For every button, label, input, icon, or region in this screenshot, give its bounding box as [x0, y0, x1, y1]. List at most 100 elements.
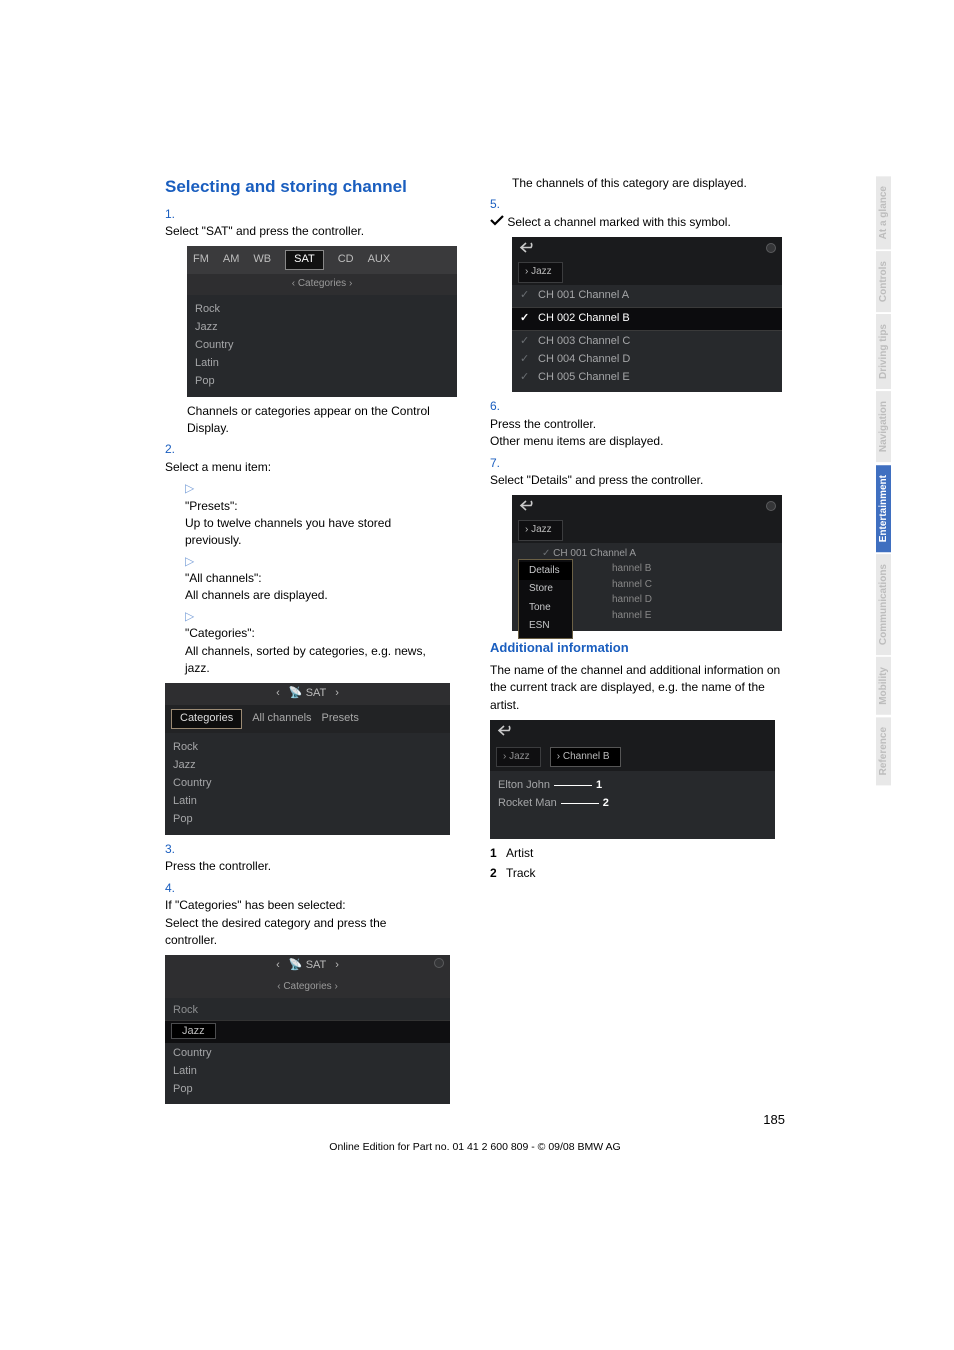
band-wb: WB: [253, 252, 271, 268]
channel-row-selected: CH 002 Channel B: [538, 312, 630, 324]
channel-row: CH 001 Channel A: [553, 548, 636, 559]
sat-icon: 📡: [289, 959, 303, 971]
cat-row: Rock: [173, 739, 442, 757]
step-text: Select "Details" and press the controlle…: [490, 472, 763, 489]
tab-mobility[interactable]: Mobility: [876, 657, 891, 715]
note-text: Channels or categories appear on the Con…: [187, 403, 460, 438]
screenshot-details-menu: › Jazz ✓ CH 001 Channel A Details Store …: [512, 495, 782, 631]
step-text: Press the controller.: [165, 858, 438, 875]
band-am: AM: [223, 252, 240, 268]
check-icon: ✓: [520, 352, 538, 368]
knob-icon: [766, 243, 776, 253]
step-text: Select a menu item:: [165, 459, 438, 476]
cat-row: Country: [173, 775, 442, 793]
tab-driving-tips[interactable]: Driving tips: [876, 314, 891, 389]
step-text: Select a channel marked with this symbol…: [490, 214, 763, 232]
artist-name: Elton John: [498, 779, 550, 791]
channel-row: CH 001 Channel A: [538, 289, 629, 301]
tab-navigation[interactable]: Navigation: [876, 391, 891, 462]
step-number: 1.: [165, 206, 185, 223]
paragraph-additional: The name of the channel and additional i…: [490, 662, 785, 714]
knob-icon: [766, 501, 776, 511]
band-sat-selected: SAT: [285, 250, 324, 270]
menu-details-selected: Details: [519, 562, 572, 581]
subheader-categories: Categories: [298, 278, 346, 289]
tab-controls[interactable]: Controls: [876, 251, 891, 312]
annotation-2: 2: [603, 797, 609, 809]
cat-row: Latin: [173, 1063, 442, 1081]
check-icon: ✓: [520, 311, 538, 327]
cat-row: Latin: [173, 793, 442, 811]
tab-all-channels: All channels: [252, 711, 311, 727]
breadcrumb-jazz: Jazz: [531, 524, 552, 535]
breadcrumb-jazz: Jazz: [531, 266, 552, 277]
bullet-text: "Categories": All channels, sorted by ca…: [185, 625, 444, 677]
back-icon: [496, 724, 514, 738]
cat-row: Pop: [173, 811, 442, 829]
cat-row-jazz-selected: Jazz: [171, 1023, 216, 1039]
step-number: 4.: [165, 880, 185, 897]
tab-reference[interactable]: Reference: [876, 717, 891, 785]
tab-communications[interactable]: Communications: [876, 554, 891, 655]
band-aux: AUX: [368, 252, 391, 268]
channel-row: CH 003 Channel C: [538, 335, 630, 347]
footer-line: Online Edition for Part no. 01 41 2 600 …: [165, 1141, 785, 1153]
menu-tone: Tone: [519, 599, 572, 618]
legend-num: 1: [490, 845, 506, 862]
screenshot-sat-bands: FM AM WB SAT CD AUX ‹ Categories › Rock …: [187, 246, 457, 396]
tab-presets: Presets: [322, 711, 359, 727]
tab-entertainment-active[interactable]: Entertainment: [876, 465, 891, 552]
check-icon: ✓: [520, 334, 538, 350]
channel-row: CH 004 Channel D: [538, 353, 630, 365]
menu-store: Store: [519, 580, 572, 599]
step-number: 3.: [165, 841, 185, 858]
check-icon: ✓: [520, 288, 538, 304]
knob-icon: [434, 958, 444, 968]
step-number: 2.: [165, 441, 185, 458]
step-text: If "Categories" has been selected: Selec…: [165, 897, 438, 949]
legend-text: Track: [506, 866, 536, 880]
channel-row: CH 005 Channel E: [538, 371, 630, 383]
step-number: 5.: [490, 196, 510, 213]
legend-text: Artist: [506, 846, 533, 860]
triangle-bullet-icon: ▷: [185, 480, 199, 497]
annotation-1: 1: [596, 779, 602, 791]
page-number: 185: [165, 1112, 785, 1127]
tab-at-a-glance[interactable]: At a glance: [876, 176, 891, 249]
cat-row: Country: [195, 337, 449, 355]
cat-row: Latin: [195, 355, 449, 373]
cat-row: Jazz: [173, 757, 442, 775]
band-fm: FM: [193, 252, 209, 268]
screenshot-channel-list: › Jazz ✓CH 001 Channel A ✓CH 002 Channel…: [512, 237, 782, 392]
cat-row: Pop: [195, 373, 449, 391]
back-icon: [518, 499, 536, 513]
screenshot-sat-tabs: ‹ 📡 SAT › Categories All channels Preset…: [165, 683, 450, 835]
triangle-bullet-icon: ▷: [185, 608, 199, 625]
step-number: 6.: [490, 398, 510, 415]
screenshot-now-playing: › Jazz › Channel B Elton John1 Rocket Ma…: [490, 720, 775, 840]
bullet-text: "Presets": Up to twelve channels you hav…: [185, 498, 444, 550]
check-icon: ✓: [520, 370, 538, 386]
side-tabs: At a glance Controls Driving tips Naviga…: [876, 176, 896, 787]
subheading-additional: Additional information: [490, 639, 785, 658]
cat-row: Pop: [173, 1081, 442, 1099]
legend-num: 2: [490, 865, 506, 882]
back-icon: [518, 241, 536, 255]
step-text: Press the controller. Other menu items a…: [490, 416, 763, 451]
band-cd: CD: [338, 252, 354, 268]
step-number: 7.: [490, 455, 510, 472]
subheader-categories: Categories: [283, 981, 331, 992]
sat-icon: 📡: [289, 687, 303, 699]
step-text: Select "SAT" and press the controller.: [165, 223, 438, 240]
cat-row: Jazz: [195, 319, 449, 337]
menu-esn: ESN: [519, 617, 572, 636]
track-name: Rocket Man: [498, 797, 557, 809]
screenshot-sat-categories-jazz: ‹ 📡 SAT › ‹ Categories › Rock Jazz Count…: [165, 955, 450, 1104]
triangle-bullet-icon: ▷: [185, 553, 199, 570]
check-icon: [490, 214, 504, 231]
cat-row: Country: [173, 1045, 442, 1063]
cat-row: Rock: [195, 301, 449, 319]
note-text: The channels of this category are displa…: [512, 175, 785, 192]
breadcrumb-jazz: Jazz: [509, 751, 530, 762]
tab-categories-selected: Categories: [171, 709, 242, 729]
